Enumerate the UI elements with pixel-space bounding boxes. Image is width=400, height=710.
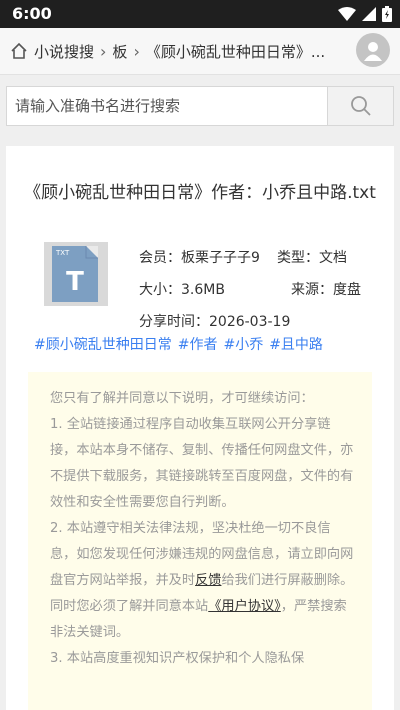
user-icon bbox=[364, 42, 382, 61]
tag-link[interactable]: #小乔 bbox=[223, 337, 263, 353]
notice-intro: 您只有了解并同意以下说明，才可继续访问： bbox=[50, 391, 314, 406]
book-title: 《顾小碗乱世种田日常》作者：小乔且中路.txt bbox=[24, 183, 376, 203]
txt-file-icon: TXT T bbox=[44, 242, 108, 306]
avatar[interactable] bbox=[356, 33, 390, 67]
type-value: 文档 bbox=[319, 250, 347, 266]
source-value: 度盘 bbox=[333, 282, 361, 298]
feedback-link[interactable]: 反馈 bbox=[195, 573, 221, 588]
tag-link[interactable]: #作者 bbox=[178, 337, 218, 353]
search-bar bbox=[6, 86, 394, 128]
breadcrumb-user[interactable]: 板 bbox=[112, 41, 127, 62]
svg-text:TXT: TXT bbox=[55, 249, 70, 257]
header-bar: 小说搜搜 › 板 › 《顾小碗乱世种田日常》... bbox=[0, 28, 400, 75]
status-time: 6:00 bbox=[12, 4, 52, 23]
chevron-right-icon: › bbox=[100, 41, 107, 61]
tag-link[interactable]: #且中路 bbox=[269, 337, 323, 353]
notice-item-2: 2. 本站遵守相关法律法规，坚决杜绝一切不良信息，如您发现任何涉嫌违规的网盘信息… bbox=[50, 516, 356, 646]
signal-icon bbox=[362, 7, 376, 21]
svg-text:T: T bbox=[66, 267, 84, 297]
user-agreement-link[interactable]: 《用户协议》 bbox=[208, 599, 281, 614]
source-label: 来源： bbox=[291, 282, 333, 298]
tag-link[interactable]: #顾小碗乱世种田日常 bbox=[34, 337, 172, 353]
home-icon[interactable] bbox=[10, 42, 28, 60]
tag-list: #顾小碗乱世种田日常 #作者 #小乔 #且中路 bbox=[34, 334, 329, 354]
disclaimer-notice: 您只有了解并同意以下说明，才可继续访问： 1. 全站链接通过程序自动收集互联网公… bbox=[28, 372, 372, 710]
chevron-right-icon: › bbox=[133, 41, 140, 61]
meta-row-member: 会员：板栗子子子9 类型：文档 bbox=[139, 242, 361, 274]
battery-icon bbox=[382, 6, 392, 22]
notice-item-1: 1. 全站链接通过程序自动收集互联网公开分享链接，本站本身不储存、复制、传播任何… bbox=[50, 417, 354, 510]
breadcrumb-current: 《顾小碗乱世种田日常》... bbox=[145, 42, 326, 61]
meta-row-size: 大小：3.6MB 来源：度盘 bbox=[139, 274, 361, 306]
search-input[interactable] bbox=[6, 86, 328, 126]
breadcrumb-site[interactable]: 小说搜搜 bbox=[34, 41, 94, 62]
search-icon bbox=[350, 96, 371, 116]
member-label: 会员： bbox=[139, 250, 181, 266]
status-bar: 6:00 bbox=[0, 0, 400, 28]
type-label: 类型： bbox=[277, 250, 319, 266]
book-card: 《顾小碗乱世种田日常》作者：小乔且中路.txt TXT T 会员：板栗子子子9 类… bbox=[6, 146, 394, 710]
member-value[interactable]: 板栗子子子9 bbox=[181, 242, 277, 274]
status-icons bbox=[338, 6, 392, 22]
size-value: 3.6MB bbox=[181, 282, 225, 298]
notice-item-3: 3. 本站高度重视知识产权保护和个人隐私保 bbox=[50, 651, 305, 666]
book-meta: 会员：板栗子子子9 类型：文档 大小：3.6MB 来源：度盘 分享时间：2026-0… bbox=[139, 242, 361, 338]
search-button[interactable] bbox=[328, 86, 394, 126]
wifi-icon bbox=[338, 7, 356, 21]
size-label: 大小： bbox=[139, 282, 181, 298]
